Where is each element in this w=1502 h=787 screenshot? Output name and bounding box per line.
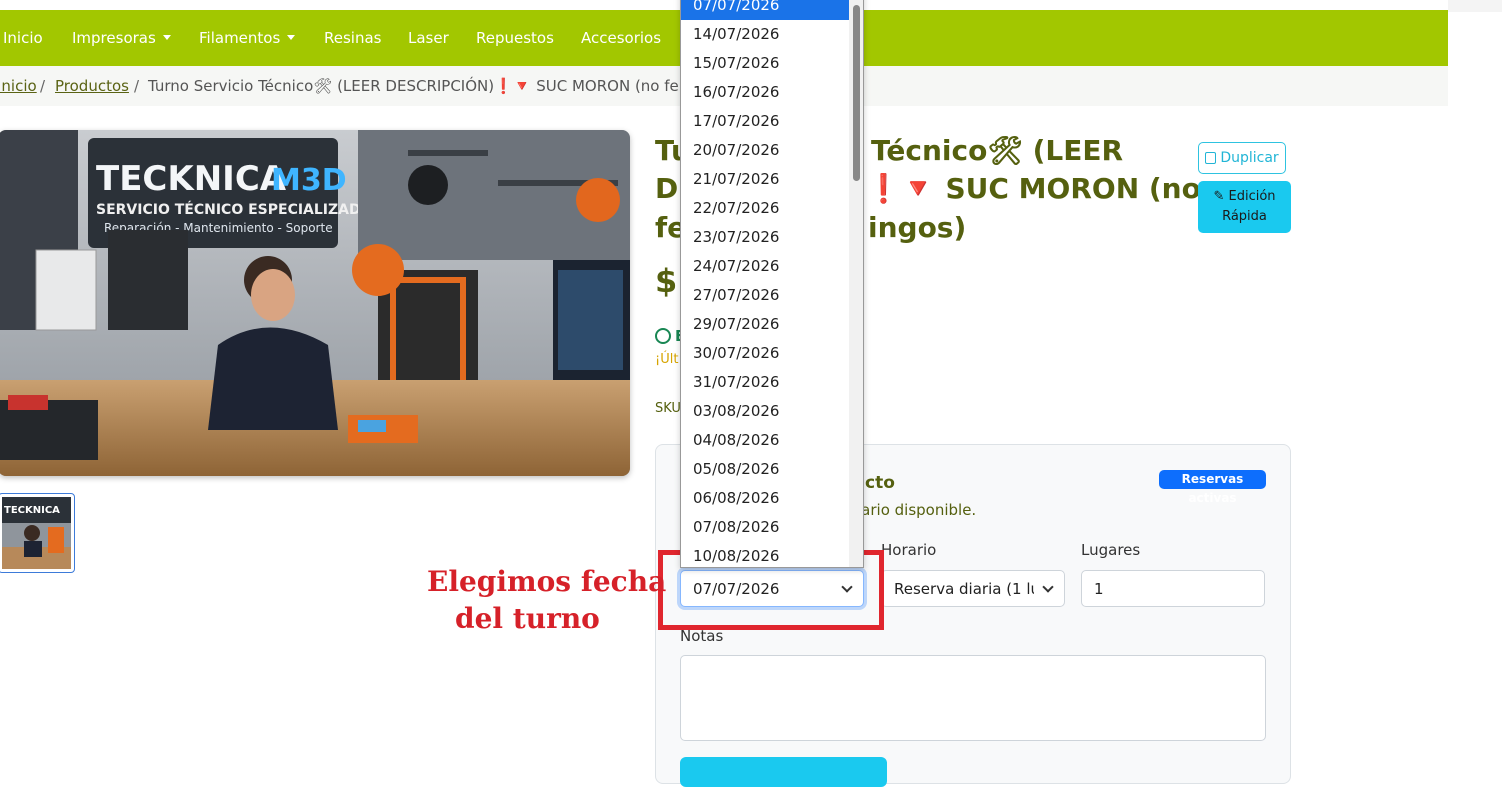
lugares-input-value: 1 [1094,579,1104,598]
date-option[interactable]: 16/07/2026 [681,78,849,107]
scrollbar-thumb[interactable] [853,5,860,181]
svg-text:TECKNICA: TECKNICA [4,505,60,516]
date-option[interactable]: 07/08/2026 [681,513,849,542]
nav-item-resinas[interactable]: Resinas [324,29,381,47]
booking-card-title: cto [865,473,895,493]
svg-text:TECKNICA: TECKNICA [96,159,287,199]
date-option[interactable]: 27/07/2026 [681,281,849,310]
nav-item-label: Impresoras [72,29,156,47]
copy-icon [1205,152,1217,164]
date-option[interactable]: 04/08/2026 [681,426,849,455]
nav-item-laser[interactable]: Laser [408,29,449,47]
quick-edit-label-1: Edición [1228,189,1276,204]
booking-card-subtitle: rario disponible. [855,501,977,519]
caret-down-icon [287,35,296,40]
product-photo-illustration: TECKNICA M3D SERVICIO TÉCNICO ESPECIALIZ… [0,130,630,476]
nav-item-label: Filamentos [199,29,281,47]
nav-item-repuestos[interactable]: Repuestos [476,29,554,47]
lugares-label: Lugares [1081,541,1141,559]
breadcrumb-current: Turno Servicio Técnico🛠 (LEER DESCRIPCIÓ… [148,77,708,95]
notes-textarea[interactable] [680,655,1266,741]
date-option[interactable]: 30/07/2026 [681,339,849,368]
product-image[interactable]: TECKNICA M3D SERVICIO TÉCNICO ESPECIALIZ… [0,130,630,476]
date-option[interactable]: 23/07/2026 [681,223,849,252]
date-option[interactable]: 17/07/2026 [681,107,849,136]
breadcrumb-products-link[interactable]: Productos [55,77,129,95]
quick-edit-button[interactable]: ✎ Edición Rápida [1198,181,1291,233]
date-option[interactable]: 15/07/2026 [681,49,849,78]
annotation-text-line2: del turno [455,602,600,635]
product-title-part: ❗🔻 SUC MORON (no [866,172,1201,205]
sku-label: SKU [655,401,681,416]
date-option[interactable]: 22/07/2026 [681,194,849,223]
nav-item-filamentos[interactable]: Filamentos [199,29,296,47]
date-option[interactable]: 20/07/2026 [681,136,849,165]
date-option[interactable]: 06/08/2026 [681,484,849,513]
date-option[interactable]: 03/08/2026 [681,397,849,426]
nav-item-inicio[interactable]: Inicio [3,29,43,47]
chevron-down-icon [1042,581,1054,593]
date-option[interactable]: 21/07/2026 [681,165,849,194]
check-circle-icon [655,328,671,344]
thumbnail-illustration: TECKNICA [2,497,71,569]
reservations-status-badge: Reservas activas [1159,470,1266,505]
breadcrumb-home-link[interactable]: Inicio [0,77,37,95]
edit-icon: ✎ [1213,189,1225,204]
horario-select-value: Reserva diaria (1 lugar) [894,579,1034,598]
duplicate-label: Duplicar [1220,150,1279,166]
product-title-part: D [655,172,679,205]
nav-item-impresoras[interactable]: Impresoras [72,29,171,47]
product-title-part: ingos) [868,211,967,244]
date-option[interactable]: 05/08/2026 [681,455,849,484]
date-option[interactable]: 31/07/2026 [681,368,849,397]
dropdown-scrollbar[interactable] [849,0,863,567]
svg-text:SERVICIO TÉCNICO ESPECIALIZADO: SERVICIO TÉCNICO ESPECIALIZADO [96,201,373,218]
annotation-text-line1: Elegimos fecha [427,565,667,598]
lugares-input[interactable]: 1 [1081,570,1265,607]
nav-item-accesorios[interactable]: Accesorios [581,29,661,47]
last-units-notice: ¡Últ [655,352,679,367]
product-price: $ [655,262,678,300]
date-option[interactable]: 10/08/2026 [681,542,849,567]
horario-select[interactable]: Reserva diaria (1 lugar) [881,570,1065,607]
date-dropdown-list[interactable]: 07/07/2026 14/07/2026 15/07/2026 16/07/2… [680,0,864,568]
reserve-button[interactable] [680,757,887,787]
breadcrumb-separator: / [134,77,140,95]
breadcrumb-separator: / [40,77,46,95]
caret-down-icon [162,35,171,40]
top-strip [1448,0,1502,12]
date-option[interactable]: 29/07/2026 [681,310,849,339]
horario-label: Horario [881,541,937,559]
product-thumbnail[interactable]: TECKNICA [0,493,75,573]
product-title-part: Técnico🛠 (LEER [871,134,1124,167]
date-option[interactable]: 14/07/2026 [681,20,849,49]
quick-edit-label-2: Rápida [1222,209,1267,224]
date-option[interactable]: 24/07/2026 [681,252,849,281]
date-option[interactable]: 07/07/2026 [681,0,849,20]
duplicate-button[interactable]: Duplicar [1198,142,1286,174]
svg-text:M3D: M3D [271,163,347,198]
